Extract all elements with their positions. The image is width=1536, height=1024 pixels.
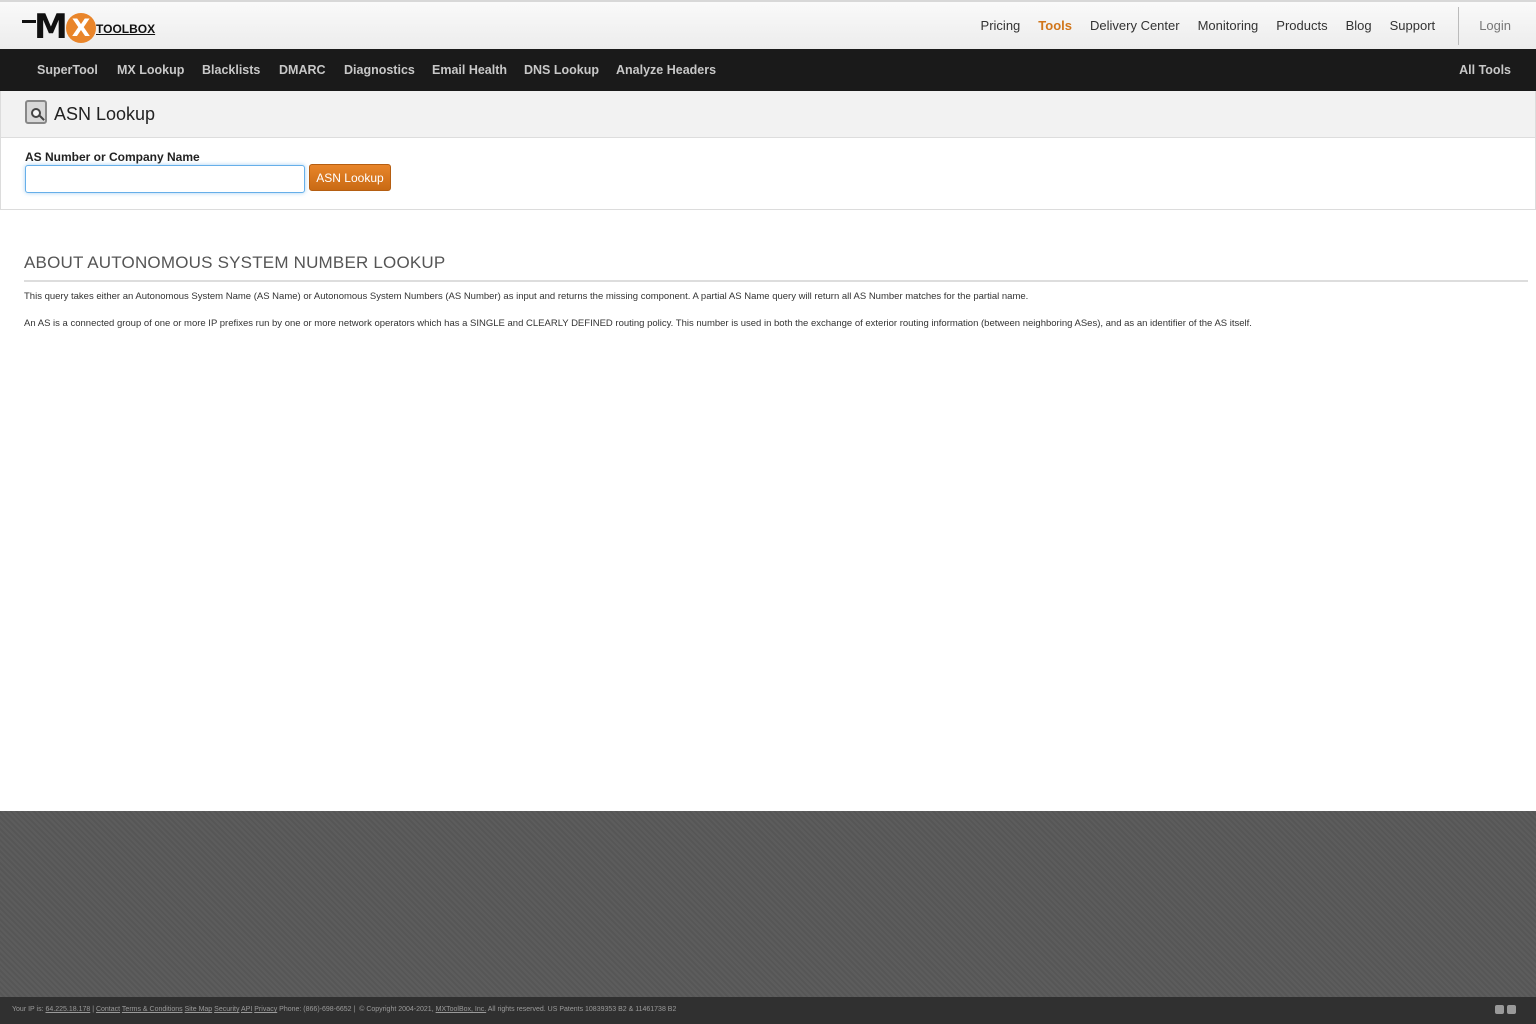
page-title: ASN Lookup bbox=[54, 104, 156, 124]
top-nav-support[interactable]: Support bbox=[1390, 18, 1436, 33]
about-divider bbox=[24, 280, 1528, 282]
top-nav-monitoring[interactable]: Monitoring bbox=[1198, 18, 1259, 33]
tools-bar-dns-lookup[interactable]: DNS Lookup bbox=[524, 49, 599, 91]
nav-divider bbox=[1458, 6, 1460, 45]
magnifier-handle bbox=[39, 115, 45, 121]
tools-bar-email-health[interactable]: Email Health bbox=[432, 49, 507, 91]
logo-wordmark: TOOLBOX bbox=[96, 22, 156, 36]
top-nav-tools[interactable]: Tools bbox=[1038, 18, 1072, 33]
footer-rights: All rights reserved. US Patents 10839353… bbox=[487, 1006, 677, 1013]
top-header: M X TOOLBOX Pricing Tools Delivery Cente… bbox=[0, 0, 1536, 49]
tools-bar-analyze-headers[interactable]: Analyze Headers bbox=[616, 49, 716, 91]
tools-bar-all-tools[interactable]: All Tools bbox=[1459, 49, 1511, 91]
tools-bar-diagnostics[interactable]: Diagnostics bbox=[344, 49, 415, 91]
footer-pattern bbox=[0, 811, 1536, 997]
footer-ip-link[interactable]: 64.225.18.178 bbox=[45, 1006, 90, 1013]
lookup-field-label: AS Number or Company Name bbox=[25, 150, 200, 164]
top-nav-products[interactable]: Products bbox=[1276, 18, 1327, 33]
about-paragraph-2: An AS is a connected group of one or mor… bbox=[24, 318, 1252, 329]
search-document-icon bbox=[25, 100, 47, 124]
footer-phone: Phone: (866)-698-6652 | bbox=[279, 1006, 356, 1013]
tools-bar-blacklists[interactable]: Blacklists bbox=[202, 49, 260, 91]
footer-company-link[interactable]: MXToolBox, Inc. bbox=[436, 1006, 487, 1013]
top-nav-pricing[interactable]: Pricing bbox=[981, 18, 1021, 33]
tools-bar-mx-lookup[interactable]: MX Lookup bbox=[117, 49, 184, 91]
top-nav-delivery-center[interactable]: Delivery Center bbox=[1090, 18, 1180, 33]
footer-ip-label: Your IP is: bbox=[12, 1006, 44, 1013]
footer-contact-link[interactable]: Contact bbox=[96, 1006, 120, 1013]
youtube-icon[interactable] bbox=[1507, 1005, 1516, 1014]
logo-x-circle: X bbox=[66, 13, 96, 43]
footer-sitemap-link[interactable]: Site Map bbox=[185, 1006, 213, 1013]
tools-bar: SuperTool MX Lookup Blacklists DMARC Dia… bbox=[0, 49, 1536, 92]
footer-api-link[interactable]: API bbox=[241, 1006, 252, 1013]
top-nav: Pricing Tools Delivery Center Monitoring… bbox=[972, 2, 1536, 49]
twitter-icon[interactable] bbox=[1495, 1005, 1504, 1014]
logo-mark: M bbox=[34, 7, 68, 47]
tools-bar-supertool[interactable]: SuperTool bbox=[37, 49, 98, 91]
mxtoolbox-logo[interactable]: M X TOOLBOX bbox=[22, 7, 162, 47]
asn-lookup-input[interactable] bbox=[25, 165, 305, 193]
tool-panel: ASN Lookup AS Number or Company Name ASN… bbox=[0, 91, 1536, 210]
tool-header: ASN Lookup bbox=[1, 91, 1535, 138]
about-heading: ABOUT AUTONOMOUS SYSTEM NUMBER LOOKUP bbox=[24, 253, 446, 272]
top-nav-blog[interactable]: Blog bbox=[1346, 18, 1372, 33]
footer-terms-link[interactable]: Terms & Conditions bbox=[122, 1006, 183, 1013]
footer-security-link[interactable]: Security bbox=[214, 1006, 239, 1013]
social-links bbox=[1495, 1005, 1516, 1014]
about-paragraph-1: This query takes either an Autonomous Sy… bbox=[24, 291, 1029, 302]
asn-lookup-button[interactable]: ASN Lookup bbox=[309, 164, 391, 191]
footer-bar: Your IP is: 64.225.18.178 | Contact Term… bbox=[0, 997, 1536, 1024]
footer-privacy-link[interactable]: Privacy bbox=[254, 1006, 277, 1013]
footer-copyright: © Copyright 2004-2021, bbox=[359, 1006, 434, 1013]
tools-bar-dmarc[interactable]: DMARC bbox=[279, 49, 326, 91]
footer-text: Your IP is: 64.225.18.178 | Contact Term… bbox=[12, 1006, 677, 1013]
login-link[interactable]: Login bbox=[1479, 18, 1511, 33]
